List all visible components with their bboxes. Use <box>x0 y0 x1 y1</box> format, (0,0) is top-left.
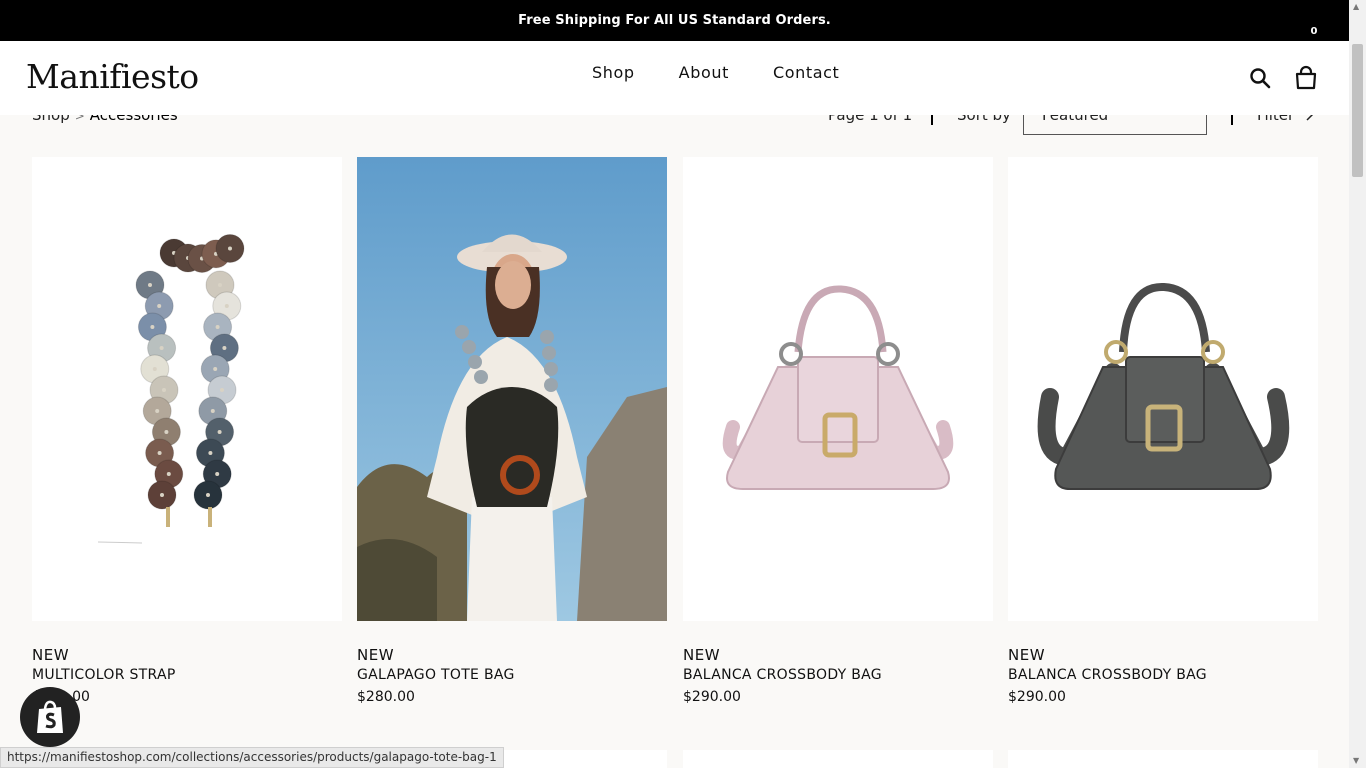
product-name[interactable]: BALANCA CROSSBODY BAG <box>683 667 993 683</box>
status-bar-url: https://manifiestoshop.com/collections/a… <box>0 747 504 768</box>
shopify-bag-icon <box>37 700 63 733</box>
product-badge: NEW <box>357 646 395 664</box>
product-image-dark-bag[interactable] <box>1008 157 1318 621</box>
nav-contact[interactable]: Contact <box>773 63 839 82</box>
announcement-text: Free Shipping For All US Standard Orders… <box>518 13 831 28</box>
product-image-pink-bag[interactable] <box>683 157 993 621</box>
product-price: $280.00 <box>357 689 415 705</box>
product-badge: NEW <box>32 646 70 664</box>
product-card[interactable]: NEW BALANCA CROSSBODY BAG $290.00 <box>1008 157 1318 705</box>
brand-logo[interactable]: Manifiesto <box>26 57 199 96</box>
product-card[interactable]: NEW BALANCA CROSSBODY BAG $290.00 <box>683 157 993 705</box>
cart-count-badge: 0 <box>1305 22 1323 40</box>
search-icon[interactable] <box>1249 67 1271 89</box>
product-card-row2[interactable] <box>683 750 993 768</box>
nav-shop[interactable]: Shop <box>592 63 635 82</box>
product-name[interactable]: BALANCA CROSSBODY BAG <box>1008 667 1318 683</box>
scrollbar-thumb[interactable] <box>1352 44 1363 177</box>
product-price: $290.00 <box>683 689 741 705</box>
product-badge: NEW <box>1008 646 1046 664</box>
scroll-down-icon[interactable]: ▼ <box>1353 756 1359 765</box>
nav-about[interactable]: About <box>679 63 729 82</box>
tote-model-photo <box>357 157 667 621</box>
product-name[interactable]: MULTICOLOR STRAP <box>32 667 342 683</box>
product-card-row2[interactable] <box>1008 750 1318 768</box>
shopify-badge[interactable] <box>20 687 80 747</box>
strap-illustration <box>97 233 245 544</box>
main-nav: Shop About Contact <box>592 63 883 82</box>
pink-bag-illustration <box>722 285 954 490</box>
scroll-up-icon[interactable]: ▲ <box>1353 2 1359 11</box>
product-price: $290.00 <box>1008 689 1066 705</box>
dark-bag-illustration <box>1037 282 1290 490</box>
product-badge: NEW <box>683 646 721 664</box>
product-image-strap[interactable] <box>32 157 342 621</box>
product-price: $180.00 <box>32 689 342 705</box>
product-name[interactable]: GALAPAGO TOTE BAG <box>357 667 667 683</box>
announcement-bar: Free Shipping For All US Standard Orders… <box>0 0 1349 41</box>
product-card[interactable]: NEW GALAPAGO TOTE BAG $280.00 <box>357 157 667 705</box>
product-card[interactable]: NEW MULTICOLOR STRAP $180.00 <box>32 157 342 705</box>
site-header: Manifiesto Shop About Contact <box>0 41 1349 115</box>
cart-icon[interactable] <box>1293 65 1319 91</box>
product-image-tote[interactable] <box>357 157 667 621</box>
